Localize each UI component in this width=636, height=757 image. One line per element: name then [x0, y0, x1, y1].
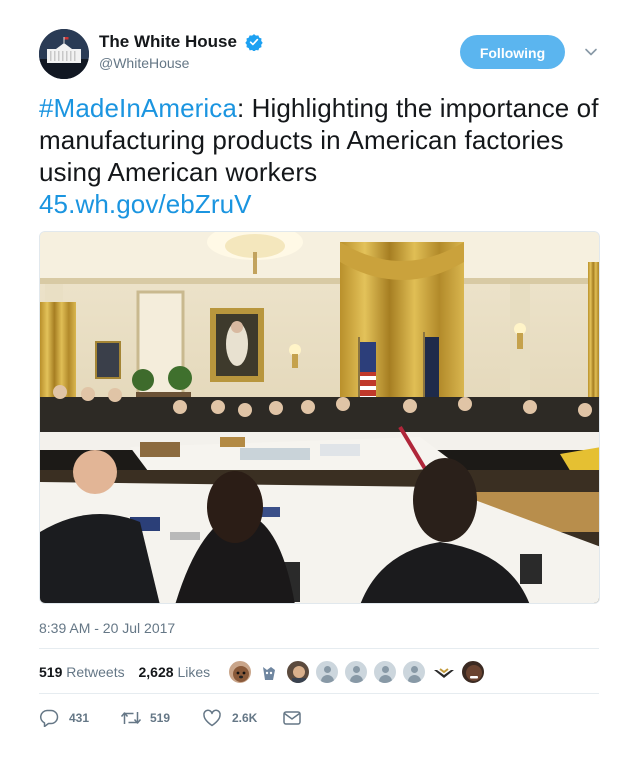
tweet-photo[interactable] — [39, 231, 600, 604]
dog-avatar[interactable] — [228, 660, 252, 684]
author-avatar[interactable] — [39, 29, 89, 79]
tweet-timestamp[interactable]: 8:39 AM - 20 Jul 2017 — [39, 620, 175, 636]
dog-avatar-2[interactable] — [256, 660, 280, 684]
default-avatar[interactable] — [402, 660, 426, 684]
retweets-label: Retweets — [66, 664, 125, 680]
tweet-stats: 519 Retweets 2,628 Likes — [39, 664, 220, 680]
verified-badge-icon — [245, 34, 264, 51]
envelope-icon — [283, 711, 301, 725]
like-count: 2.6K — [232, 711, 258, 725]
chevron-down-icon[interactable] — [583, 44, 599, 60]
author-display-name[interactable]: The White House — [99, 32, 237, 52]
default-avatar[interactable] — [344, 660, 368, 684]
author-handle[interactable]: @WhiteHouse — [99, 55, 263, 71]
following-button[interactable]: Following — [460, 35, 565, 69]
logo-avatar[interactable] — [431, 660, 455, 684]
tweet-text: #MadeInAmerica: Highlighting the importa… — [39, 92, 599, 220]
heart-icon — [203, 709, 221, 727]
retweets-count: 519 — [39, 664, 63, 680]
retweet-icon — [120, 712, 142, 724]
default-avatar[interactable] — [315, 660, 339, 684]
reply-icon — [39, 709, 59, 727]
url-link[interactable]: 45.wh.gov/ebZruV — [39, 189, 252, 219]
reply-count: 431 — [69, 711, 90, 725]
retweets-stat[interactable]: 519 Retweets — [39, 664, 125, 680]
retweet-count: 519 — [150, 711, 171, 725]
default-avatar[interactable] — [373, 660, 397, 684]
likes-stat[interactable]: 2,628 Likes — [139, 664, 211, 680]
likes-label: Likes — [177, 664, 211, 680]
person-avatar[interactable] — [286, 660, 310, 684]
tweet-card: The White House @WhiteHouse Following #M… — [0, 0, 636, 757]
hashtag-link[interactable]: #MadeInAmerica — [39, 93, 237, 123]
divider — [39, 648, 599, 649]
photo-image — [40, 232, 599, 603]
author-name-block[interactable]: The White House @WhiteHouse — [99, 32, 264, 71]
likes-count: 2,628 — [138, 664, 174, 680]
face-avatar[interactable] — [461, 660, 485, 684]
divider — [39, 693, 599, 694]
